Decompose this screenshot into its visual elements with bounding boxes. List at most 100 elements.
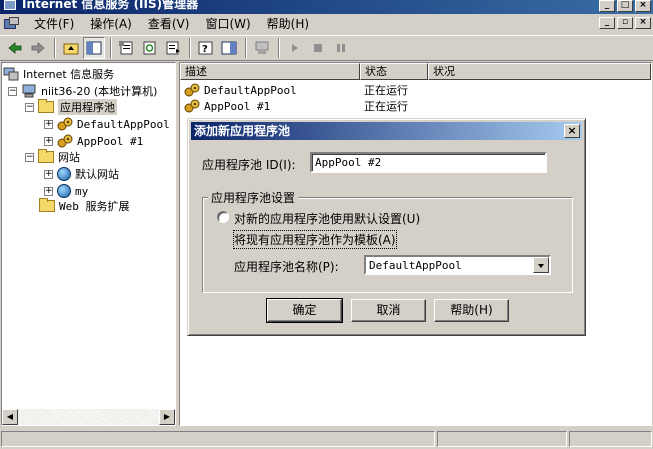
chevron-down-icon[interactable] (533, 257, 549, 273)
start-button[interactable] (284, 37, 306, 59)
cancel-button[interactable]: 取消 (351, 299, 426, 322)
dialog-title-bar: 添加新应用程序池 × (191, 122, 582, 140)
pool-id-label: 应用程序池 ID(I): (202, 158, 296, 172)
help-icon: ? (198, 41, 213, 55)
radio-use-default[interactable] (217, 211, 229, 223)
properties-button[interactable] (116, 37, 138, 59)
collapse-toggle[interactable]: − (25, 152, 34, 162)
window-title-bar: Internet 信息服务 (IIS)管理器 _ □ × (0, 0, 653, 14)
window-controls: _ □ × (599, 0, 651, 12)
stop-icon (314, 44, 322, 52)
scroll-track[interactable] (18, 409, 159, 425)
properties-icon (119, 41, 133, 55)
expand-toggle[interactable]: + (44, 169, 53, 179)
pause-icon (337, 44, 345, 52)
website-globe-icon (57, 184, 71, 198)
pause-button[interactable] (330, 37, 352, 59)
forward-arrow-icon (31, 42, 45, 54)
child-restore-button[interactable]: ▫ (617, 17, 633, 29)
back-button[interactable] (4, 37, 26, 59)
tree-item-default-app-pool[interactable]: + DefaultAppPool (44, 116, 170, 132)
tree-item-web-extensions[interactable]: Web 服务扩展 (39, 198, 130, 214)
folder-up-icon (63, 43, 79, 55)
forward-button[interactable] (27, 37, 49, 59)
window-title: Internet 信息服务 (IIS)管理器 (22, 0, 199, 11)
child-minimize-button[interactable]: _ (599, 17, 615, 29)
add-app-pool-dialog: 添加新应用程序池 × 应用程序池 ID(I): AppPool #2 应用程序池… (187, 118, 586, 336)
connect-computer-button[interactable] (251, 37, 273, 59)
menu-view[interactable]: 查看(V) (140, 15, 198, 33)
pool-name-selected-value: DefaultAppPool (369, 259, 462, 272)
tree-item-sites[interactable]: − 网站 (25, 149, 80, 165)
minimize-button[interactable]: _ (599, 0, 615, 12)
maximize-button[interactable]: □ (617, 0, 633, 12)
show-hide-action-pane-button[interactable] (218, 37, 240, 59)
console-icon[interactable] (4, 17, 20, 31)
list-item[interactable]: DefaultAppPool 正在运行 (180, 82, 432, 98)
back-arrow-icon (8, 42, 22, 54)
column-header-status[interactable]: 状态 (360, 63, 428, 80)
status-cell (1, 431, 435, 447)
radio-use-default-label[interactable]: 对新的应用程序池使用默认设置(U) (234, 210, 420, 227)
tree-horizontal-scrollbar[interactable]: ◀ ▶ (2, 409, 175, 425)
pool-id-input[interactable]: AppPool #2 (310, 152, 547, 173)
help-button[interactable]: ? (195, 37, 217, 59)
iis-server-icon (3, 67, 19, 81)
show-tree-button[interactable] (83, 37, 105, 59)
collapse-toggle[interactable]: − (25, 102, 34, 112)
dialog-title: 添加新应用程序池 (194, 124, 291, 138)
tree-item-default-site[interactable]: + 默认网站 (44, 166, 119, 182)
app-pool-icon (184, 99, 200, 113)
action-pane-icon (221, 41, 237, 55)
tree-item-computer[interactable]: − niit36-20 (本地计算机) (8, 83, 157, 99)
list-header: 描述 状态 状况 (180, 63, 651, 80)
scroll-left-button[interactable]: ◀ (2, 409, 18, 425)
pool-name-select[interactable]: DefaultAppPool (364, 255, 551, 275)
tree-item-my-site[interactable]: + my (44, 183, 88, 199)
close-button[interactable]: × (635, 0, 651, 12)
tree-item-app-pool-1[interactable]: + AppPool #1 (44, 133, 143, 149)
status-cell (437, 431, 567, 447)
pool-settings-group-label: 应用程序池设置 (208, 189, 299, 206)
tree-item-root[interactable]: Internet 信息服务 (3, 66, 114, 82)
collapse-toggle[interactable]: − (8, 86, 17, 96)
computer-icon (255, 41, 269, 54)
column-header-state[interactable]: 状况 (428, 63, 651, 80)
expand-toggle[interactable]: + (44, 136, 53, 146)
expand-toggle[interactable]: + (44, 186, 53, 196)
child-close-button[interactable]: × (635, 17, 651, 29)
stop-button[interactable] (307, 37, 329, 59)
toolbar: ? (0, 35, 653, 61)
folder-icon (39, 198, 55, 212)
computer-icon (21, 84, 37, 98)
list-item-name: DefaultAppPool (204, 83, 297, 97)
dialog-help-button[interactable]: 帮助(H) (434, 299, 509, 322)
menu-window[interactable]: 窗口(W) (197, 15, 258, 33)
scroll-right-button[interactable]: ▶ (159, 409, 175, 425)
radio-use-template-label[interactable]: 将现有应用程序池作为模板(A) (233, 230, 397, 249)
ok-button[interactable]: 确定 (266, 298, 343, 323)
menu-bar: 文件(F) 操作(A) 查看(V) 窗口(W) 帮助(H) _ ▫ × (0, 14, 653, 34)
app-pool-icon (57, 117, 73, 131)
tree-pane: Internet 信息服务 − niit36-20 (本地计算机) − 应用程序… (1, 62, 176, 426)
folder-icon (38, 149, 54, 163)
menu-help[interactable]: 帮助(H) (259, 15, 317, 33)
tree-label: 默认网站 (75, 168, 119, 181)
tree-label: DefaultAppPool (77, 117, 170, 131)
refresh-icon (143, 41, 156, 55)
list-item-name: AppPool #1 (204, 99, 271, 113)
list-item[interactable]: AppPool #1 正在运行 (180, 98, 432, 114)
tree-label: AppPool #1 (77, 134, 144, 148)
column-header-description[interactable]: 描述 (180, 63, 360, 80)
tree-label: Web 服务扩展 (59, 200, 130, 213)
export-list-button[interactable] (162, 37, 184, 59)
menu-file[interactable]: 文件(F) (26, 15, 82, 33)
refresh-button[interactable] (139, 37, 161, 59)
up-level-button[interactable] (60, 37, 82, 59)
menu-action[interactable]: 操作(A) (82, 15, 140, 33)
play-icon (292, 44, 298, 52)
tree-item-app-pools[interactable]: − 应用程序池 (25, 99, 117, 115)
expand-toggle[interactable]: + (44, 119, 53, 129)
folder-icon (38, 99, 54, 113)
dialog-close-button[interactable]: × (564, 124, 580, 138)
